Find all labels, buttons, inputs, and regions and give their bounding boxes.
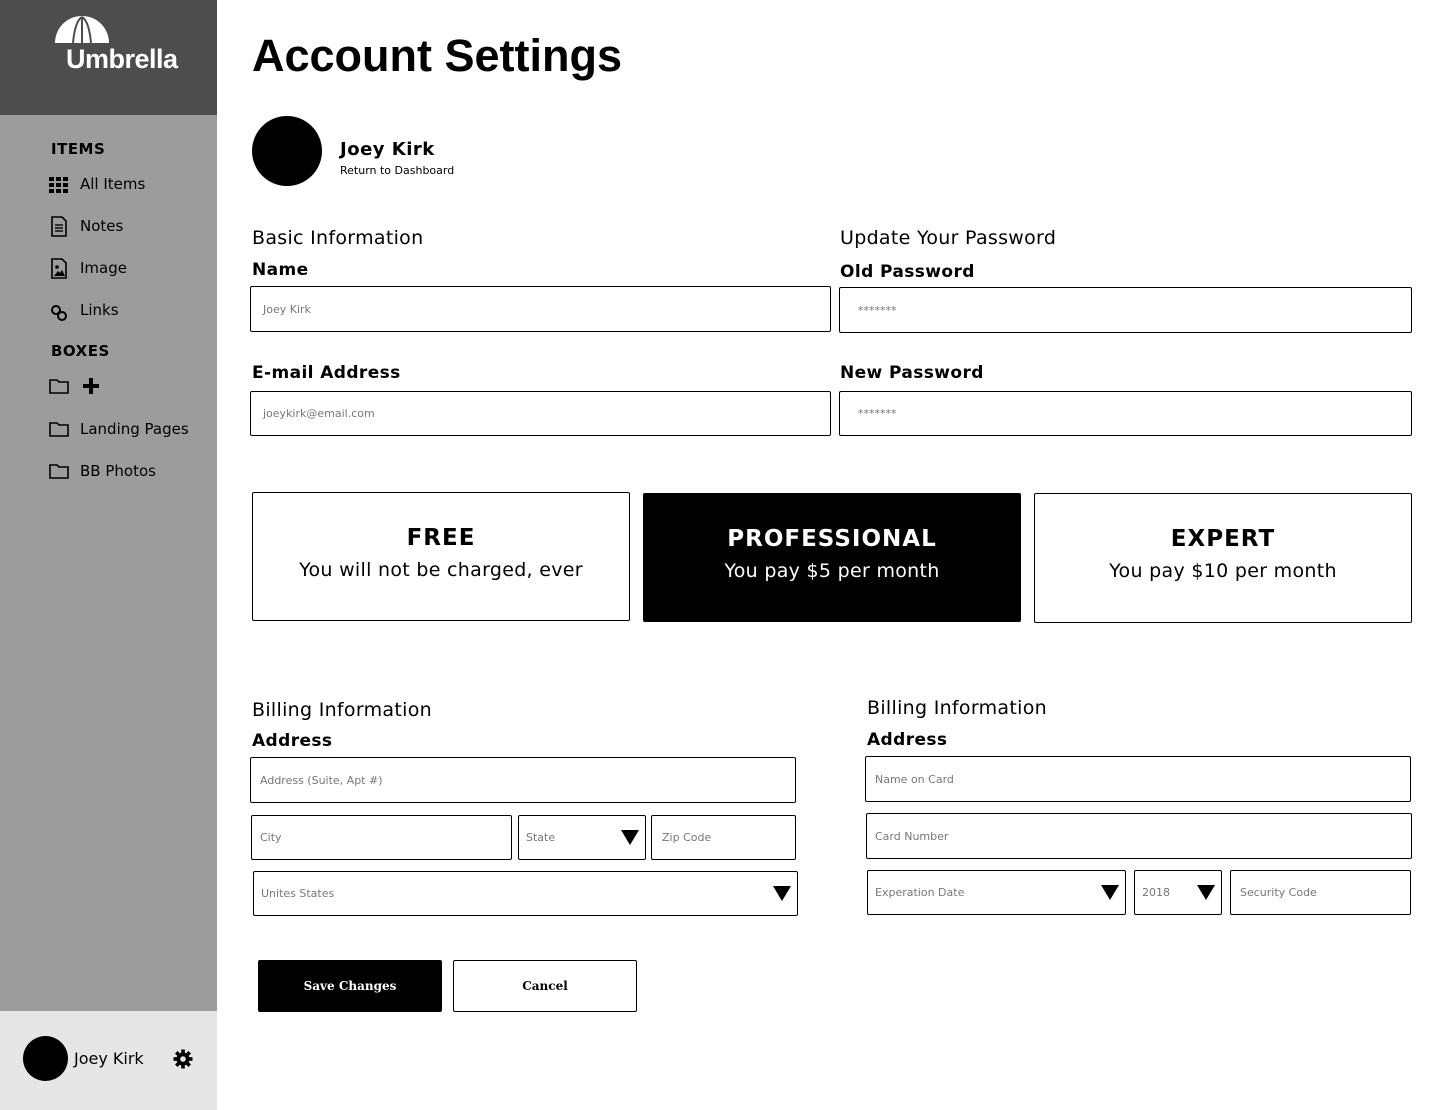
footer-user-name: Joey Kirk [74, 1049, 144, 1068]
image-icon [48, 257, 70, 279]
sidebar-item-image[interactable]: Image [48, 256, 127, 280]
profile-name: Joey Kirk [340, 139, 435, 160]
brand-name: Umbrella [66, 44, 178, 74]
year-value: 2018 [1142, 886, 1170, 899]
plan-card-expert[interactable]: EXPERT You pay $10 per month [1034, 493, 1412, 623]
add-box-plus-icon[interactable] [80, 375, 102, 397]
sidebar-box-landing-pages[interactable]: Landing Pages [48, 417, 189, 441]
old-password-value: ******* [858, 303, 897, 317]
name-on-card-placeholder: Name on Card [875, 772, 954, 786]
sidebar-user-footer: Joey Kirk [0, 1011, 217, 1110]
folder-icon [48, 460, 70, 482]
city-placeholder: City [260, 831, 282, 844]
sidebar-item-label: Notes [80, 217, 124, 235]
card-number-placeholder: Card Number [875, 829, 949, 843]
dropdown-arrow-icon [773, 886, 791, 901]
plan-description: You will not be charged, ever [299, 559, 583, 581]
security-code-placeholder: Security Code [1240, 886, 1317, 899]
plan-name: EXPERT [1170, 526, 1276, 552]
avatar[interactable] [23, 1036, 68, 1081]
folder-icon [48, 375, 70, 397]
avatar [252, 116, 322, 186]
old-password-field[interactable]: ******* [839, 287, 1412, 333]
plan-description: You pay $10 per month [1109, 560, 1337, 582]
sidebar-item-links[interactable]: Links [48, 298, 119, 322]
folder-icon [48, 418, 70, 440]
security-code-field[interactable]: Security Code [1230, 870, 1411, 915]
sidebar-item-all-items[interactable]: All Items [48, 172, 145, 196]
save-changes-button[interactable]: Save Changes [258, 960, 442, 1012]
plan-card-professional[interactable]: PROFESSIONAL You pay $5 per month [643, 493, 1021, 622]
sidebar-item-label: BB Photos [80, 462, 156, 480]
plan-card-free[interactable]: FREE You will not be charged, ever [252, 492, 630, 621]
expiration-placeholder: Experation Date [875, 886, 965, 899]
address-label: Address [252, 731, 333, 751]
plan-name: PROFESSIONAL [727, 526, 937, 552]
plan-description: You pay $5 per month [724, 560, 940, 582]
sidebar-item-label: Image [80, 259, 127, 277]
name-label: Name [252, 260, 309, 280]
items-heading: ITEMS [51, 140, 106, 158]
name-field-value: Joey Kirk [263, 302, 311, 316]
document-icon [48, 215, 70, 237]
sidebar-box-bb-photos[interactable]: BB Photos [48, 459, 156, 483]
dropdown-arrow-icon [621, 830, 639, 845]
cancel-button[interactable]: Cancel [453, 960, 637, 1012]
grid-icon [48, 173, 70, 195]
new-password-label: New Password [840, 363, 984, 383]
sidebar-item-notes[interactable]: Notes [48, 214, 123, 238]
zip-placeholder: Zip Code [662, 831, 712, 844]
basic-information-title: Basic Information [252, 227, 424, 249]
dropdown-arrow-icon [1197, 885, 1215, 900]
address-field[interactable]: Address (Suite, Apt #) [250, 757, 796, 803]
return-to-dashboard-link[interactable]: Return to Dashboard [340, 164, 454, 177]
update-password-title: Update Your Password [840, 227, 1057, 249]
year-select[interactable]: 2018 [1134, 870, 1222, 915]
card-number-field[interactable]: Card Number [866, 813, 1412, 859]
new-password-field[interactable]: ******* [839, 391, 1412, 436]
add-box-row [48, 374, 112, 398]
city-field[interactable]: City [251, 815, 512, 860]
country-value: Unites States [261, 887, 335, 900]
billing-information-title: Billing Information [867, 697, 1047, 719]
page-title: Account Settings [252, 30, 623, 81]
email-field[interactable]: joeykirk@email.com [250, 391, 831, 436]
gear-icon[interactable] [173, 1049, 193, 1069]
old-password-label: Old Password [840, 262, 975, 282]
state-select[interactable]: State [518, 815, 646, 860]
sidebar-item-label: Landing Pages [80, 420, 189, 438]
sidebar: Umbrella ITEMS All Items Notes Image Lin… [0, 0, 217, 1110]
logo-area: Umbrella [0, 0, 217, 115]
expiration-date-select[interactable]: Experation Date [867, 870, 1126, 915]
address-placeholder: Address (Suite, Apt #) [260, 773, 383, 787]
state-placeholder: State [526, 831, 556, 844]
email-label: E-mail Address [252, 363, 401, 383]
plan-name: FREE [406, 525, 476, 551]
dropdown-arrow-icon [1101, 885, 1119, 900]
sidebar-item-label: Links [80, 301, 119, 319]
country-select[interactable]: Unites States [253, 871, 798, 916]
sidebar-item-label: All Items [80, 175, 146, 193]
new-password-value: ******* [858, 407, 897, 420]
name-field[interactable]: Joey Kirk [250, 286, 831, 332]
boxes-heading: BOXES [51, 342, 110, 360]
umbrella-logo-icon [55, 16, 109, 44]
address-label: Address [867, 730, 948, 750]
name-on-card-field[interactable]: Name on Card [865, 756, 1411, 802]
email-field-value: joeykirk@email.com [263, 407, 375, 420]
zip-code-field[interactable]: Zip Code [651, 815, 796, 860]
billing-information-title: Billing Information [252, 699, 432, 721]
link-icon [48, 299, 70, 321]
